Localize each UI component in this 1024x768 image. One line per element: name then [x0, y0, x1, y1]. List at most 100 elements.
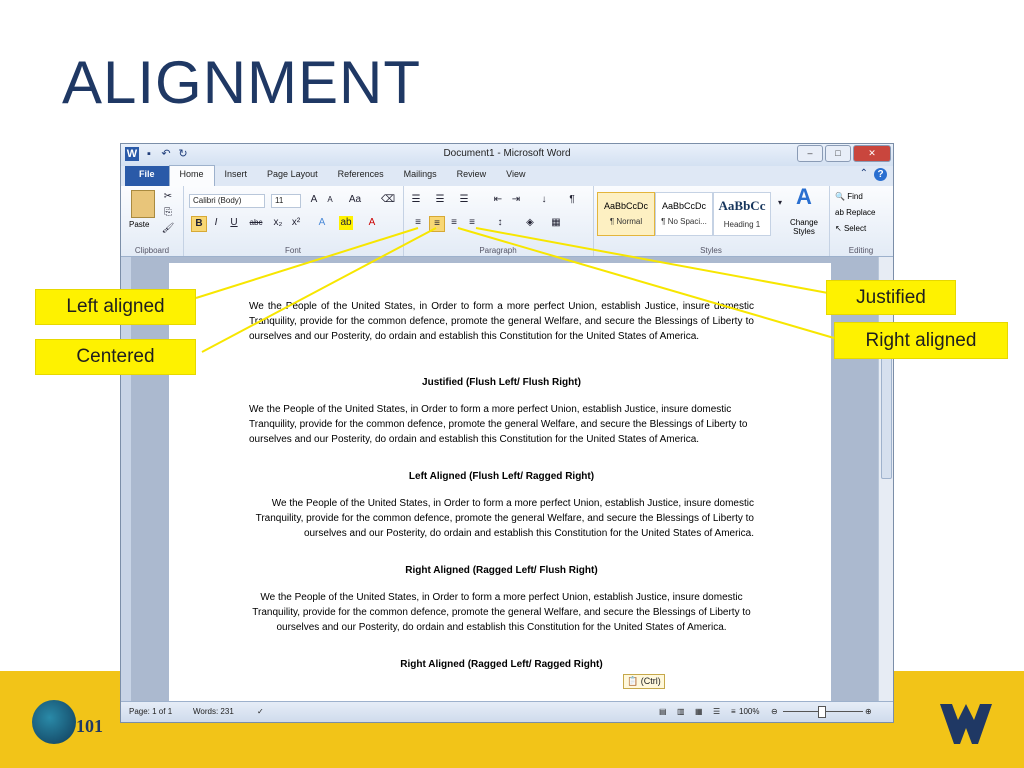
- maximize-button[interactable]: □: [825, 145, 851, 162]
- tab-mailings[interactable]: Mailings: [394, 166, 447, 186]
- numbering-icon[interactable]: ☰: [433, 193, 447, 207]
- clear-formatting-icon[interactable]: ⌫: [381, 193, 395, 207]
- replace-icon: ab: [835, 208, 844, 217]
- cut-icon[interactable]: ✂: [161, 190, 175, 204]
- zoom-out-icon[interactable]: ⊖: [771, 707, 778, 716]
- editing-group: 🔍 Find ab Replace ↖ Select Editing: [829, 186, 893, 256]
- paste-options-button[interactable]: 📋 (Ctrl): [623, 674, 665, 689]
- tab-home[interactable]: Home: [168, 165, 215, 186]
- style-normal[interactable]: AaBbCcDc ¶ Normal: [597, 192, 655, 236]
- format-painter-icon[interactable]: 🖌: [161, 222, 175, 236]
- increase-indent-icon[interactable]: ⇥: [509, 193, 523, 207]
- zoom-level[interactable]: 100%: [739, 707, 759, 716]
- wv-logo-icon: [940, 704, 992, 744]
- styles-group: AaBbCcDc ¶ Normal AaBbCcDc ¶ No Spaci...…: [593, 186, 830, 256]
- bold-icon[interactable]: B: [191, 216, 207, 232]
- globe-icon: [32, 700, 76, 744]
- change-case-icon[interactable]: Aa: [348, 193, 362, 207]
- editing-label: Editing: [848, 246, 874, 255]
- help-icon[interactable]: ?: [874, 168, 887, 181]
- proofing-icon[interactable]: ✓: [257, 707, 264, 716]
- superscript-icon[interactable]: x²: [289, 216, 303, 230]
- slide-title: ALIGNMENT: [62, 49, 422, 116]
- paste-label: Paste: [129, 220, 150, 229]
- paragraph-left-sample: We the People of the United States, in O…: [249, 404, 748, 445]
- zoom-slider-knob[interactable]: [818, 706, 826, 718]
- change-styles-label[interactable]: Change Styles: [785, 218, 823, 236]
- minimize-ribbon-icon[interactable]: ⌃: [860, 168, 868, 181]
- paste-icon[interactable]: [131, 190, 155, 218]
- shrink-font-icon[interactable]: A: [323, 193, 337, 207]
- paragraph-group: ☰ ☰ ☰ ⇤ ⇥ ↓ ¶ ≡ ≡ ≡ ≡ ↕ ◈ ▦ Paragraph: [403, 186, 594, 256]
- decrease-indent-icon[interactable]: ⇤: [491, 193, 505, 207]
- align-right-icon[interactable]: ≡: [447, 216, 461, 230]
- style-name: ¶ No Spaci...: [661, 217, 707, 226]
- replace-button[interactable]: ab Replace: [835, 208, 876, 217]
- style-sample: AaBbCcDc: [603, 201, 648, 211]
- font-group: Calibri (Body) 11 A A Aa ⌫ B I U abc x₂ …: [183, 186, 404, 256]
- ctrl-label: (Ctrl): [640, 676, 661, 686]
- select-button[interactable]: ↖ Select: [835, 224, 866, 233]
- paragraph-right-sample: We the People of the United States, in O…: [255, 498, 754, 539]
- text-effects-icon[interactable]: A: [315, 216, 329, 230]
- italic-icon[interactable]: I: [209, 216, 223, 230]
- paragraph-label: Paragraph: [479, 246, 517, 255]
- grow-font-icon[interactable]: A: [307, 193, 321, 207]
- tab-file[interactable]: File: [125, 166, 169, 186]
- course-number: 101: [76, 716, 103, 736]
- change-styles-icon[interactable]: A: [791, 186, 817, 214]
- view-web-layout-icon[interactable]: ▦: [695, 707, 703, 716]
- copy-icon[interactable]: ⎘: [161, 206, 175, 220]
- style-heading-1[interactable]: AaBbCс Heading 1: [713, 192, 771, 236]
- callout-left-aligned: Left aligned: [35, 289, 196, 325]
- paragraph-center-sample: We the People of the United States, in O…: [252, 592, 751, 633]
- view-draft-icon[interactable]: ≡: [731, 707, 736, 716]
- caption-center: Right Aligned (Ragged Left/ Ragged Right…: [400, 659, 603, 670]
- title-bar: W ▪ ↶ ↻ Document1 - Microsoft Word – □ ✕: [121, 144, 893, 166]
- find-icon: 🔍: [835, 192, 845, 201]
- multilevel-list-icon[interactable]: ☰: [457, 193, 471, 207]
- style-name: Heading 1: [723, 220, 761, 229]
- page-count[interactable]: Page: 1 of 1: [129, 707, 172, 716]
- callout-centered: Centered: [35, 339, 196, 375]
- document-page[interactable]: We the People of the United States, in O…: [169, 263, 831, 702]
- bullets-icon[interactable]: ☰: [409, 193, 423, 207]
- view-full-screen-icon[interactable]: ▥: [677, 707, 685, 716]
- tab-view[interactable]: View: [496, 166, 535, 186]
- view-outline-icon[interactable]: ☰: [713, 707, 720, 716]
- align-center-icon[interactable]: ≡: [429, 216, 445, 232]
- styles-scroll-icon[interactable]: ▾: [773, 196, 787, 210]
- font-color-icon[interactable]: A: [365, 216, 379, 230]
- view-print-layout-icon[interactable]: ▤: [659, 707, 667, 716]
- word-window: W ▪ ↶ ↻ Document1 - Microsoft Word – □ ✕…: [120, 143, 894, 723]
- font-size-select[interactable]: 11: [271, 194, 301, 208]
- styles-label: Styles: [700, 246, 722, 255]
- style-no-spacing[interactable]: AaBbCcDc ¶ No Spaci...: [655, 192, 713, 236]
- highlight-icon[interactable]: ab: [339, 216, 353, 230]
- word-count[interactable]: Words: 231: [193, 707, 234, 716]
- course-logo: 101: [32, 698, 112, 748]
- line-spacing-icon[interactable]: ↕: [493, 216, 507, 230]
- justify-icon[interactable]: ≡: [465, 216, 479, 230]
- subscript-icon[interactable]: x₂: [271, 216, 285, 230]
- minimize-button[interactable]: –: [797, 145, 823, 162]
- caption-left: Left Aligned (Flush Left/ Ragged Right): [408, 471, 595, 482]
- strikethrough-icon[interactable]: abc: [249, 216, 263, 230]
- tab-insert[interactable]: Insert: [215, 166, 258, 186]
- zoom-in-icon[interactable]: ⊕: [865, 707, 872, 716]
- font-name-select[interactable]: Calibri (Body): [189, 194, 265, 208]
- underline-icon[interactable]: U: [227, 216, 241, 230]
- tab-page-layout[interactable]: Page Layout: [257, 166, 328, 186]
- tab-references[interactable]: References: [328, 166, 394, 186]
- find-button[interactable]: 🔍 Find: [835, 192, 863, 201]
- sort-icon[interactable]: ↓: [537, 193, 551, 207]
- borders-icon[interactable]: ▦: [549, 216, 563, 230]
- font-label: Font: [284, 246, 301, 255]
- ribbon: Paste ✂ ⎘ 🖌 Clipboard Calibri (Body) 11 …: [121, 186, 893, 257]
- shading-icon[interactable]: ◈: [523, 216, 537, 230]
- align-left-icon[interactable]: ≡: [411, 216, 425, 230]
- close-button[interactable]: ✕: [853, 145, 891, 162]
- show-formatting-icon[interactable]: ¶: [565, 193, 579, 207]
- tab-review[interactable]: Review: [447, 166, 497, 186]
- style-sample: AaBbCcDc: [661, 201, 706, 211]
